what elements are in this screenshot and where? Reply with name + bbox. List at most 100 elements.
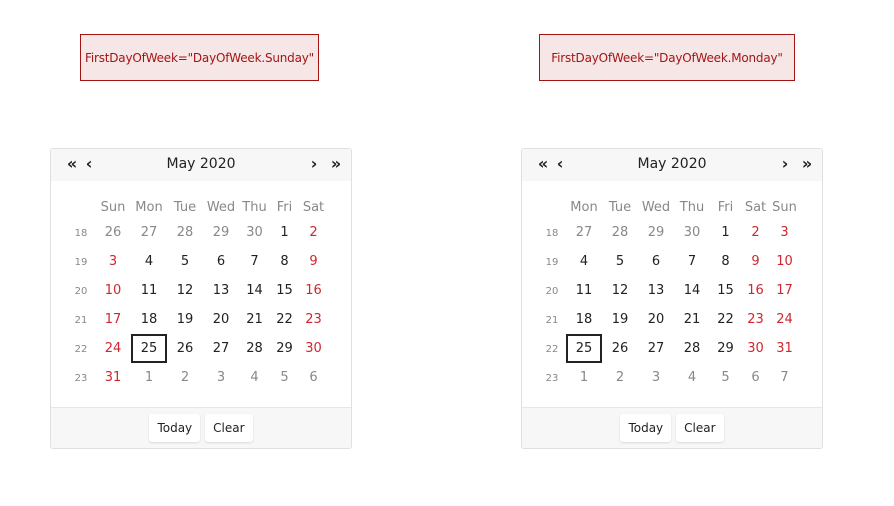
- day-cell[interactable]: 9: [299, 247, 328, 276]
- day-cell[interactable]: 8: [710, 247, 741, 276]
- day-cell[interactable]: 17: [95, 305, 131, 334]
- calendar-title[interactable]: May 2020: [522, 156, 822, 172]
- day-cell[interactable]: 21: [674, 305, 710, 334]
- day-cell[interactable]: 20: [203, 305, 239, 334]
- day-cell-other-month[interactable]: 5: [270, 363, 299, 392]
- day-cell-other-month[interactable]: 3: [638, 363, 674, 392]
- day-cell[interactable]: 27: [203, 334, 239, 363]
- day-cell[interactable]: 24: [95, 334, 131, 363]
- day-cell-other-month[interactable]: 29: [203, 218, 239, 247]
- day-cell-selected[interactable]: 25: [566, 334, 602, 363]
- day-cell-other-month[interactable]: 4: [674, 363, 710, 392]
- weekday-label: Fri: [276, 200, 293, 215]
- day-cell[interactable]: 7: [674, 247, 710, 276]
- day-cell[interactable]: 13: [203, 276, 239, 305]
- day-cell-selected[interactable]: 25: [131, 334, 167, 363]
- day-cell-other-month[interactable]: 1: [131, 363, 167, 392]
- day-cell-other-month[interactable]: 6: [299, 363, 328, 392]
- day-cell[interactable]: 18: [566, 305, 602, 334]
- day-cell[interactable]: 3: [95, 247, 131, 276]
- chevron-right-icon[interactable]: ›: [778, 153, 792, 175]
- double-chevron-right-icon[interactable]: »: [796, 153, 814, 175]
- day-cell-other-month[interactable]: 2: [167, 363, 203, 392]
- day-cell[interactable]: 31: [770, 334, 799, 363]
- day-cell-other-month[interactable]: 26: [95, 218, 131, 247]
- day-cell[interactable]: 2: [741, 218, 770, 247]
- day-cell-other-month[interactable]: 4: [239, 363, 270, 392]
- day-cell[interactable]: 28: [674, 334, 710, 363]
- day-cell[interactable]: 9: [741, 247, 770, 276]
- day-cell[interactable]: 6: [203, 247, 239, 276]
- day-cell[interactable]: 26: [602, 334, 638, 363]
- day-cell[interactable]: 1: [270, 218, 299, 247]
- day-cell-other-month[interactable]: 27: [131, 218, 167, 247]
- chevron-right-icon[interactable]: ›: [307, 153, 321, 175]
- day-cell[interactable]: 10: [770, 247, 799, 276]
- day-cell[interactable]: 4: [566, 247, 602, 276]
- day-cell-other-month[interactable]: 28: [602, 218, 638, 247]
- day-cell[interactable]: 11: [566, 276, 602, 305]
- calendar-sunday-first: « ‹ May 2020 › » Sun Mon Tue Wed Thu Fri Sat 18…: [50, 148, 352, 449]
- day-cell[interactable]: 30: [741, 334, 770, 363]
- day-cell[interactable]: 31: [95, 363, 131, 392]
- day-cell[interactable]: 22: [270, 305, 299, 334]
- day-cell-other-month[interactable]: 7: [770, 363, 799, 392]
- day-cell-other-month[interactable]: 30: [674, 218, 710, 247]
- day-cell[interactable]: 30: [299, 334, 328, 363]
- weekday-label: Wed: [641, 200, 671, 215]
- day-cell[interactable]: 20: [638, 305, 674, 334]
- day-cell[interactable]: 5: [602, 247, 638, 276]
- day-cell[interactable]: 21: [239, 305, 270, 334]
- today-button[interactable]: Today: [149, 414, 201, 442]
- clear-button[interactable]: Clear: [205, 414, 253, 442]
- day-cell[interactable]: 23: [741, 305, 770, 334]
- day-cell-other-month[interactable]: 27: [566, 218, 602, 247]
- day-cell-other-month[interactable]: 6: [741, 363, 770, 392]
- day-cell[interactable]: 1: [710, 218, 741, 247]
- day-cell[interactable]: 28: [239, 334, 270, 363]
- double-chevron-right-icon[interactable]: »: [325, 153, 343, 175]
- day-cell[interactable]: 7: [239, 247, 270, 276]
- day-cell[interactable]: 4: [131, 247, 167, 276]
- day-cell[interactable]: 12: [167, 276, 203, 305]
- day-cell[interactable]: 6: [638, 247, 674, 276]
- day-cell-other-month[interactable]: 2: [602, 363, 638, 392]
- day-cell[interactable]: 23: [299, 305, 328, 334]
- day-cell[interactable]: 22: [710, 305, 741, 334]
- day-cell[interactable]: 27: [638, 334, 674, 363]
- day-cell-other-month[interactable]: 1: [566, 363, 602, 392]
- day-cell[interactable]: 11: [131, 276, 167, 305]
- day-cell[interactable]: 14: [674, 276, 710, 305]
- day-cell-other-month[interactable]: 30: [239, 218, 270, 247]
- week-row: 18 26 27 28 29 30 1 2: [67, 218, 328, 247]
- day-cell[interactable]: 29: [710, 334, 741, 363]
- day-cell[interactable]: 3: [770, 218, 799, 247]
- today-button[interactable]: Today: [620, 414, 672, 442]
- day-cell[interactable]: 24: [770, 305, 799, 334]
- day-cell[interactable]: 19: [602, 305, 638, 334]
- day-cell-other-month[interactable]: 28: [167, 218, 203, 247]
- day-cell[interactable]: 18: [131, 305, 167, 334]
- day-cell[interactable]: 29: [270, 334, 299, 363]
- day-cell[interactable]: 17: [770, 276, 799, 305]
- day-cell[interactable]: 2: [299, 218, 328, 247]
- day-cell[interactable]: 16: [299, 276, 328, 305]
- day-cell[interactable]: 8: [270, 247, 299, 276]
- day-cell[interactable]: 13: [638, 276, 674, 305]
- weekday-header-row: Sun Mon Tue Wed Thu Fri Sat: [67, 197, 328, 218]
- day-cell[interactable]: 15: [710, 276, 741, 305]
- week-row: 18 27 28 29 30 1 2 3: [538, 218, 799, 247]
- day-cell[interactable]: 26: [167, 334, 203, 363]
- calendar-title[interactable]: May 2020: [51, 156, 351, 172]
- day-cell[interactable]: 14: [239, 276, 270, 305]
- day-cell[interactable]: 19: [167, 305, 203, 334]
- day-cell[interactable]: 15: [270, 276, 299, 305]
- day-cell[interactable]: 12: [602, 276, 638, 305]
- clear-button[interactable]: Clear: [676, 414, 724, 442]
- day-cell-other-month[interactable]: 5: [710, 363, 741, 392]
- day-cell[interactable]: 16: [741, 276, 770, 305]
- day-cell[interactable]: 10: [95, 276, 131, 305]
- day-cell[interactable]: 5: [167, 247, 203, 276]
- day-cell-other-month[interactable]: 29: [638, 218, 674, 247]
- day-cell-other-month[interactable]: 3: [203, 363, 239, 392]
